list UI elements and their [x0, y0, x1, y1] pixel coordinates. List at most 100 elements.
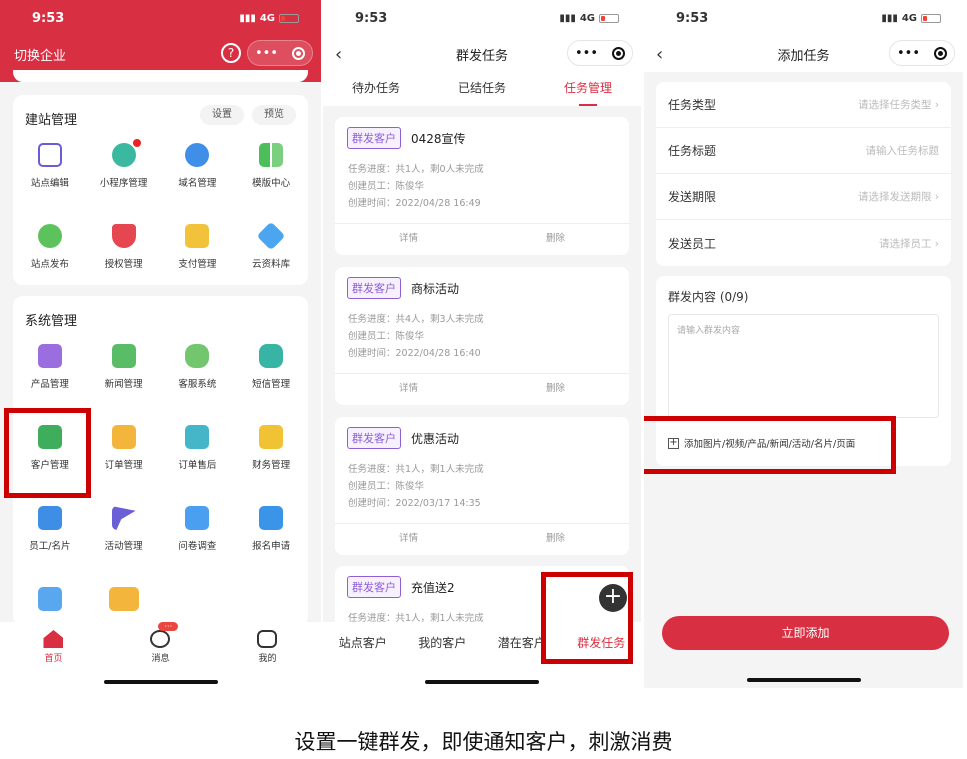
field-send-deadline[interactable]: 发送期限 请选择发送期限 ›: [656, 174, 951, 220]
sms-icon: [259, 344, 284, 368]
chevron-right-icon: ›: [934, 99, 939, 111]
globe-icon: [185, 143, 210, 167]
payment-icon: [185, 224, 210, 248]
switch-enterprise[interactable]: 切换企业: [14, 45, 66, 64]
message-badge: ···: [158, 622, 179, 631]
submit-button[interactable]: 立即添加: [662, 616, 949, 650]
grid-item-staff[interactable]: 员工/名片: [13, 500, 87, 581]
field-task-title[interactable]: 任务标题 请输入任务标题: [656, 128, 951, 174]
help-icon[interactable]: ?: [221, 43, 241, 63]
grid-item-template[interactable]: 模版中心: [234, 137, 308, 218]
grid-item-survey[interactable]: 问卷调查: [161, 500, 235, 581]
grid-item-finance[interactable]: 财务管理: [234, 419, 308, 500]
close-miniprogram-icon[interactable]: [611, 46, 625, 60]
content-textarea[interactable]: 请输入群发内容: [668, 314, 939, 418]
chevron-right-icon: ›: [934, 237, 939, 250]
task-card[interactable]: 群发客户 0428宣传 任务进度：共1人，剩0人未完成 创建员工：陈俊华 创建时…: [335, 117, 629, 255]
capsule-menu[interactable]: •••: [247, 40, 313, 66]
task-name: 优惠活动: [411, 432, 460, 446]
back-icon[interactable]: ‹: [656, 44, 663, 65]
news-icon: [111, 344, 136, 368]
task-name: 0428宣传: [411, 132, 466, 146]
delete-button[interactable]: 删除: [482, 224, 629, 255]
highlight-customer-management: [4, 408, 91, 498]
preview-button[interactable]: 预览: [252, 105, 296, 125]
more-icon[interactable]: •••: [897, 46, 920, 61]
tab-pending[interactable]: 待办任务: [352, 79, 400, 100]
grid-item-product[interactable]: 产品管理: [13, 338, 87, 419]
staff-icon: [37, 506, 62, 530]
bottom-tabbar: 首页 ··· 消息 我的: [0, 622, 321, 688]
status-time: 9:53: [355, 10, 388, 26]
grid-item-signup[interactable]: 报名申请: [234, 500, 308, 581]
task-creator: 创建员工：陈俊华: [348, 331, 425, 342]
close-miniprogram-icon[interactable]: [291, 46, 305, 60]
battery-icon: [921, 13, 941, 23]
task-type-badge: 群发客户: [347, 277, 401, 299]
signal-icon: ▮▮▮: [881, 12, 898, 24]
grid-item-customer-service[interactable]: 客服系统: [161, 338, 235, 419]
publish-icon: [37, 224, 62, 248]
tab-mine[interactable]: 我的: [215, 622, 321, 688]
battery-icon: [279, 13, 299, 23]
grid-item-news[interactable]: 新闻管理: [87, 338, 161, 419]
task-creator: 创建员工：陈俊华: [348, 481, 425, 492]
detail-button[interactable]: 详情: [335, 374, 482, 405]
authorize-icon: [111, 224, 136, 248]
detail-button[interactable]: 详情: [335, 224, 482, 255]
task-created-time: 创建时间：2022/04/28 16:40: [348, 348, 481, 359]
task-tabs: 待办任务 已结任务 任务管理: [323, 72, 641, 106]
task-created-time: 创建时间：2022/04/28 16:49: [348, 198, 481, 209]
home-indicator: [103, 680, 218, 684]
phone-add-task: 9:53 ▮▮▮ 4G ‹ 添加任务 ••• 任务类型 请选择任务类型 › 任务标题…: [644, 0, 963, 688]
back-icon[interactable]: ‹: [335, 44, 342, 65]
miniprogram-icon: [111, 139, 141, 167]
delete-button[interactable]: 删除: [482, 524, 629, 555]
finance-icon: [259, 425, 284, 449]
grid-item-site-edit[interactable]: 站点编辑: [13, 137, 87, 218]
grid-item-cloud-library[interactable]: 云资料库: [234, 218, 308, 299]
grid-item-order[interactable]: 订单管理: [87, 419, 161, 500]
close-miniprogram-icon[interactable]: [933, 46, 947, 60]
battery-icon: [599, 13, 619, 23]
system-grid: 产品管理 新闻管理 客服系统 短信管理 客户管理 订单管理 订单售后 财务管理 …: [13, 338, 308, 662]
capsule-menu[interactable]: •••: [567, 40, 633, 66]
survey-icon: [185, 506, 210, 530]
grid-item-domain[interactable]: 域名管理: [161, 137, 235, 218]
delete-button[interactable]: 删除: [482, 374, 629, 405]
task-card[interactable]: 群发客户 商标活动 任务进度：共4人，剩3人未完成 创建员工：陈俊华 创建时间：…: [335, 267, 629, 405]
profile-icon: [257, 630, 278, 648]
settings-button[interactable]: 设置: [200, 105, 244, 125]
task-progress: 任务进度：共4人，剩3人未完成: [348, 314, 484, 325]
signal-icon: ▮▮▮: [559, 12, 576, 24]
task-type-badge: 群发客户: [347, 427, 401, 449]
tab-closed[interactable]: 已结任务: [458, 79, 506, 100]
grid-item-payment[interactable]: 支付管理: [161, 218, 235, 299]
grid-item-activity[interactable]: 活动管理: [87, 500, 161, 581]
more-icon[interactable]: •••: [575, 46, 598, 61]
capsule-menu[interactable]: •••: [889, 40, 955, 66]
more-icon[interactable]: •••: [255, 46, 278, 61]
task-card[interactable]: 群发客户 优惠活动 任务进度：共1人，剩1人未完成 创建员工：陈俊华 创建时间：…: [335, 417, 629, 555]
highlight-add-media: [644, 416, 896, 474]
order-icon: [111, 425, 136, 449]
grid-item-miniprogram[interactable]: 小程序管理: [87, 137, 161, 218]
field-task-type[interactable]: 任务类型 请选择任务类型 ›: [656, 82, 951, 128]
tab-site-customers[interactable]: 站点客户: [339, 634, 387, 688]
phone-broadcast-tasks: 9:53 ▮▮▮ 4G ‹ 群发任务 ••• 待办任务 已结任务 任务管理 群发客…: [323, 0, 641, 688]
grid-item-authorize[interactable]: 授权管理: [87, 218, 161, 299]
tab-messages[interactable]: ··· 消息: [108, 622, 214, 688]
site-management-card: 建站管理 设置 预览 站点编辑 小程序管理 域名管理 模版中心 站点发布 授权管…: [13, 95, 308, 285]
tab-task-management[interactable]: 任务管理: [564, 79, 612, 106]
grid-item-sms[interactable]: 短信管理: [234, 338, 308, 419]
grid-item-publish[interactable]: 站点发布: [13, 218, 87, 299]
task-creator: 创建员工：陈俊华: [348, 181, 425, 192]
highlight-broadcast-task: [541, 572, 633, 664]
detail-button[interactable]: 详情: [335, 524, 482, 555]
tab-home[interactable]: 首页: [1, 622, 107, 688]
signal-icon: ▮▮▮: [239, 12, 256, 24]
task-type-badge: 群发客户: [347, 576, 401, 598]
field-send-staff[interactable]: 发送员工 请选择员工 ›: [656, 220, 951, 266]
grid-item-after-sale[interactable]: 订单售后: [161, 419, 235, 500]
task-type-badge: 群发客户: [347, 127, 401, 149]
